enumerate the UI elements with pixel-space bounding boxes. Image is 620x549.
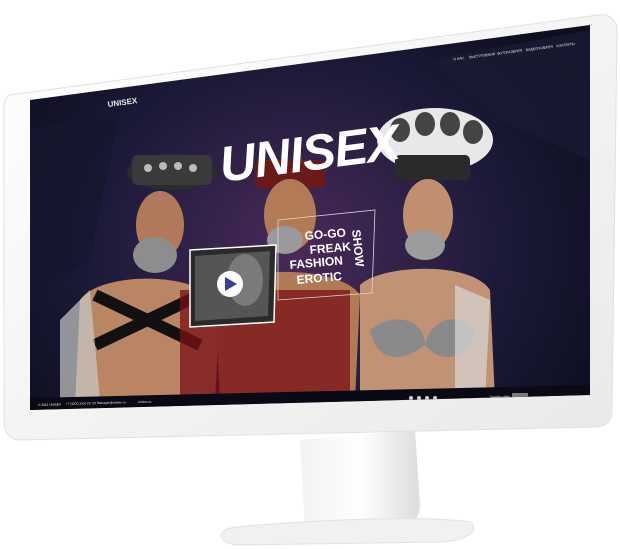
footer-copyright: © 2014 UNISEX — [38, 402, 62, 407]
video-thumbnail[interactable] — [189, 244, 277, 328]
footer-phone[interactable]: +7 (9XX) XXX XX XX — [66, 401, 97, 406]
monitor-stand — [220, 430, 475, 546]
monitor-svg: UNISEX О НАС ВЫСТУПЛЕНИЯ ФОТОГАЛЕРЕЯ ВИД… — [3, 14, 618, 546]
monitor-mockup: UNISEX О НАС ВЫСТУПЛЕНИЯ ФОТОГАЛЕРЕЯ ВИД… — [0, 0, 620, 549]
footer-email[interactable]: Manager@unisex.ru — [97, 400, 126, 405]
footer-skype[interactable]: Unisex.ru — [138, 400, 152, 404]
vk-icon[interactable] — [417, 396, 421, 400]
facebook-icon[interactable] — [409, 396, 413, 400]
designer-logo[interactable] — [512, 393, 528, 397]
